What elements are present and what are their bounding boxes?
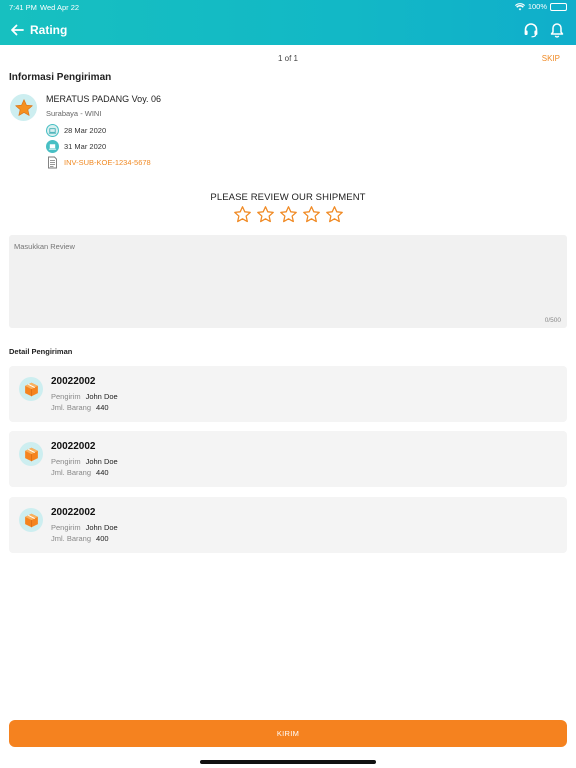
shipment-detail-title: Detail Pengiriman	[9, 347, 73, 356]
arrival-port-icon	[46, 139, 59, 153]
sender-value: John Doe	[85, 392, 118, 401]
star-icon[interactable]	[279, 205, 298, 224]
package-icon	[19, 377, 43, 401]
star-icon[interactable]	[256, 205, 275, 224]
route-text: Surabaya - WINI	[46, 109, 102, 118]
sender-value: John Doe	[85, 523, 118, 532]
shipment-card[interactable]: 20022002 Pengirim John Doe Jml. Barang 400	[9, 497, 567, 553]
qty-value: 440	[96, 403, 109, 412]
sender-label: Pengirim	[51, 392, 81, 401]
shipment-info-title: Informasi Pengiriman	[9, 72, 112, 83]
package-icon	[19, 508, 43, 532]
arrow-left-icon[interactable]	[8, 21, 26, 39]
sender-value: John Doe	[85, 457, 118, 466]
nav-bar: Rating	[0, 16, 576, 44]
shipment-card[interactable]: 20022002 Pengirim John Doe Jml. Barang 440	[9, 431, 567, 487]
review-title: PLEASE REVIEW OUR SHIPMENT	[210, 192, 366, 203]
qty-row: Jml. Barang 440	[51, 403, 109, 412]
star-rating	[0, 205, 576, 224]
qty-label: Jml. Barang	[51, 403, 92, 412]
status-right: 100%	[514, 2, 567, 11]
shipment-code: 20022002	[51, 376, 96, 387]
shipment-card[interactable]: 20022002 Pengirim John Doe Jml. Barang 440	[9, 366, 567, 422]
arrival-row: 31 Mar 2020	[46, 139, 106, 153]
arrival-date: 31 Mar 2020	[64, 141, 107, 151]
departure-row: 28 Mar 2020	[46, 123, 106, 137]
status-time: 7:41 PM	[9, 3, 37, 12]
departure-date: 28 Mar 2020	[64, 125, 107, 135]
star-badge-icon	[10, 94, 37, 121]
qty-label: Jml. Barang	[51, 534, 92, 543]
sender-label: Pengirim	[51, 457, 81, 466]
status-bar: 7:41 PM Wed Apr 22 100%	[0, 0, 576, 14]
document-icon	[48, 156, 57, 168]
invoice-link[interactable]: INV-SUB-KOE-1234-5678	[64, 158, 151, 167]
departure-port-icon	[46, 123, 59, 137]
sender-row: Pengirim John Doe	[51, 457, 118, 466]
sender-row: Pengirim John Doe	[51, 523, 118, 532]
review-char-counter: 0/500	[544, 317, 561, 324]
battery-icon	[550, 2, 567, 11]
skip-button[interactable]: SKIP	[542, 54, 560, 63]
qty-value: 440	[96, 468, 109, 477]
sender-label: Pengirim	[51, 523, 81, 532]
star-icon[interactable]	[233, 205, 252, 224]
sender-row: Pengirim John Doe	[51, 392, 118, 401]
vessel-name: MERATUS PADANG Voy. 06	[46, 94, 162, 104]
qty-label: Jml. Barang	[51, 468, 92, 477]
qty-value: 400	[96, 534, 109, 543]
home-indicator	[200, 760, 376, 764]
shipment-code: 20022002	[51, 441, 96, 452]
submit-button[interactable]: KIRIM	[9, 720, 567, 747]
invoice-row: INV-SUB-KOE-1234-5678	[46, 155, 151, 169]
page-title: Rating	[30, 23, 68, 37]
review-input[interactable]	[9, 235, 567, 328]
status-date: Wed Apr 22	[40, 3, 80, 12]
battery-percent: 100%	[527, 2, 547, 11]
qty-row: Jml. Barang 400	[51, 534, 109, 543]
qty-row: Jml. Barang 440	[51, 468, 109, 477]
wifi-icon	[514, 2, 525, 10]
star-icon[interactable]	[302, 205, 321, 224]
package-icon	[19, 442, 43, 466]
bell-icon[interactable]	[548, 21, 566, 39]
app-header: 7:41 PM Wed Apr 22 100% Rating	[0, 0, 576, 45]
star-icon[interactable]	[325, 205, 344, 224]
page-indicator: 1 of 1	[277, 54, 298, 63]
shipment-code: 20022002	[51, 507, 96, 518]
headset-icon[interactable]	[522, 21, 540, 39]
